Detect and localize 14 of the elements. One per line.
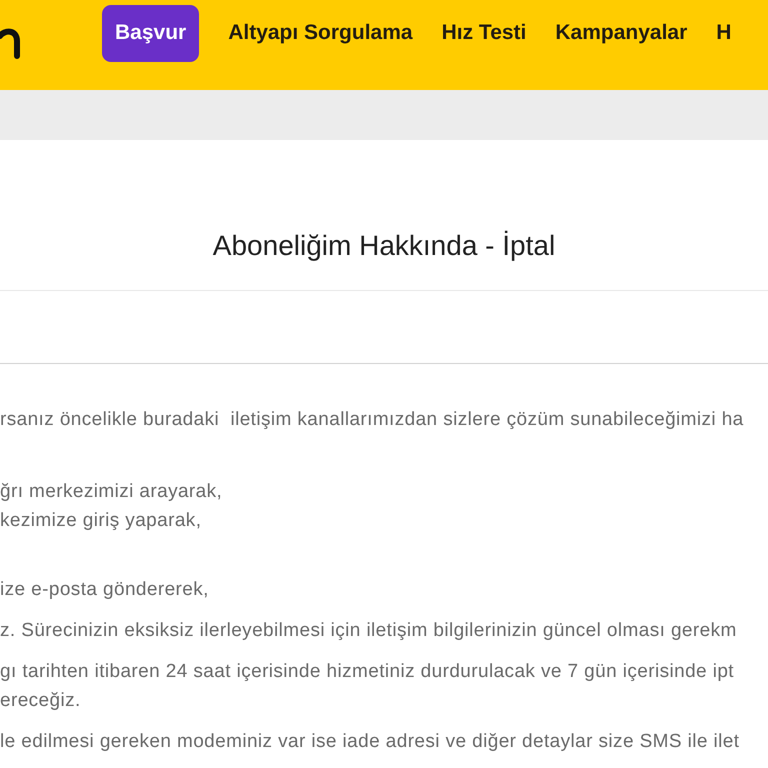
nav-link[interactable]: Altyapı Sorgulama	[228, 21, 413, 45]
nav-link[interactable]: Kampanyalar	[555, 21, 688, 45]
list-item-text: kezimize giriş yaparak,	[0, 509, 202, 533]
nav-button[interactable]: Başvur	[102, 4, 200, 62]
nav-link[interactable]: Hız Testi	[442, 21, 526, 45]
logo-icon[interactable]	[0, 27, 22, 59]
paragraph-text: rsanız öncelikle buradaki iletişim kanallarımızdan sizlere çözüm sunabileceğimizi ha	[0, 408, 745, 432]
paragraph-text: ize e-posta göndererek,	[0, 578, 210, 602]
paragraph-text: gı tarihten itibaren 24 saat içerisinde hizmetiniz durdurulacak ve 7 gün içerisinde ipt ereceğiz.	[0, 660, 735, 713]
paragraph-text: le edilmesi gereken modeminiz var ise iade adresi ve diğer detaylar size SMS ile ilet	[0, 730, 740, 754]
page-title: Aboneliğim Hakkında - İptal	[212, 229, 556, 263]
nav-link[interactable]: H	[716, 21, 732, 45]
paragraph-text: z. Sürecinizin eksiksiz ilerleyebilmesi için iletişim bilgilerinizin güncel olması gerekm	[0, 619, 738, 643]
list-item-text: ğrı merkezimizi arayarak,	[0, 480, 224, 504]
